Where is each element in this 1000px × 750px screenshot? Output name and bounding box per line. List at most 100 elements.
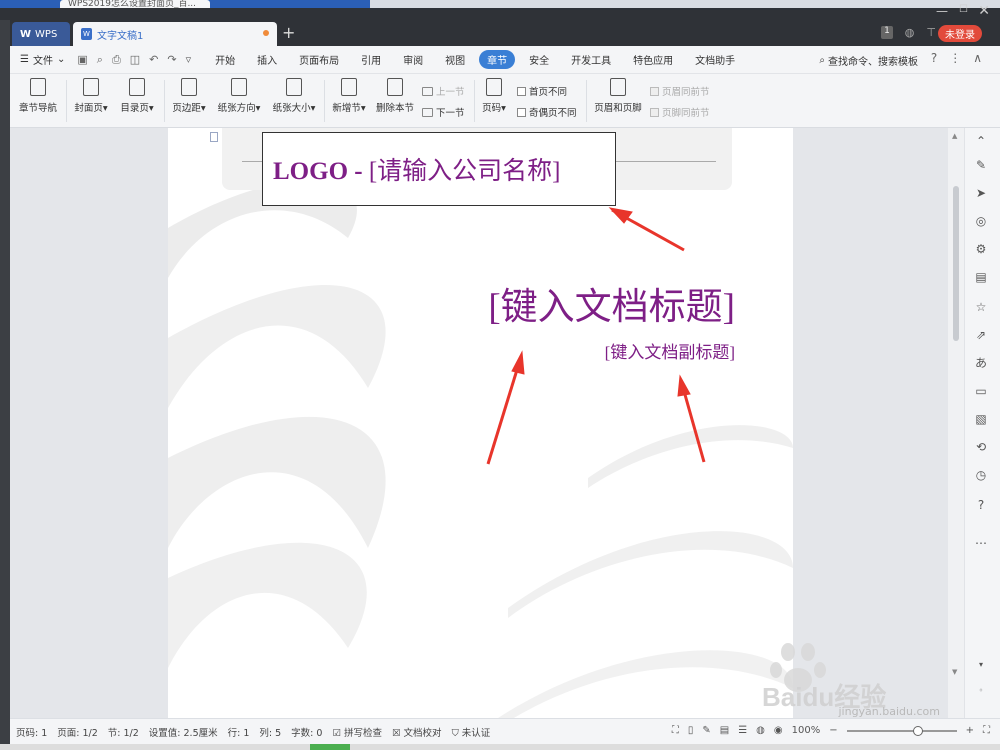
page-view-icon[interactable]: ▤	[720, 725, 729, 736]
first-page-different-checkbox[interactable]: 首页不同	[517, 84, 567, 98]
web-view-icon[interactable]: ◍	[756, 725, 765, 736]
paper-size-label: 纸张大小	[272, 103, 311, 114]
scroll-up-icon[interactable]: ▲	[952, 132, 957, 140]
save-icon[interactable]: ▣	[77, 53, 87, 67]
setting-value-status: 设置值: 2.5厘米	[148, 727, 218, 739]
zoom-in-icon[interactable]: +	[966, 725, 974, 736]
print-icon[interactable]: ⎙	[112, 53, 121, 67]
command-search-label: 查找命令、搜索模板	[828, 57, 918, 68]
eye-protect-icon[interactable]: ◉	[774, 725, 783, 736]
zoom-slider[interactable]	[846, 725, 957, 736]
close-icon[interactable]: ✕	[978, 3, 990, 19]
column-status: 列: 5	[259, 727, 282, 739]
footer-same-as-previous-checkbox[interactable]: 页脚同前节	[650, 105, 710, 119]
odd-even-different-label: 奇偶页不同	[529, 108, 577, 119]
scrollbar-thumb[interactable]	[953, 186, 959, 341]
maximize-icon[interactable]: ☐	[959, 4, 968, 15]
new-tab-button[interactable]: +	[282, 23, 295, 42]
zoom-slider-knob[interactable]	[912, 725, 923, 736]
more-dots-icon[interactable]: ⋯	[974, 536, 988, 550]
collapse-sidebar-icon[interactable]: ⌃	[974, 134, 988, 148]
ribbon-divider	[586, 80, 587, 122]
customize-icon[interactable]: ▿	[186, 53, 192, 67]
header-same-as-previous-checkbox[interactable]: 页眉同前节	[650, 84, 710, 98]
margin-button[interactable]: 页边距▾	[168, 78, 210, 114]
translate-icon[interactable]: あ	[974, 356, 988, 370]
spell-check-button[interactable]: ☑ 拼写检查	[332, 725, 382, 739]
write-mode-icon[interactable]: ✎	[702, 725, 710, 736]
prev-section-button[interactable]: 上一节	[422, 84, 465, 98]
shapes-icon[interactable]: ◎	[974, 214, 988, 228]
pen-icon[interactable]: ✎	[974, 158, 988, 172]
page-number-button[interactable]: 页码▾	[478, 78, 510, 114]
orientation-button[interactable]: 纸张方向▾	[213, 78, 265, 114]
menu-bar: ☰ 文件 ⌄ ▣ ⌕ ⎙ ◫ ↶ ↷ ▿ 开始 插入 页面布局 引用 审阅 视图…	[10, 46, 1000, 74]
tab-review[interactable]: 审阅	[395, 50, 431, 69]
collapse-ribbon-icon[interactable]: ∧	[973, 51, 982, 65]
tab-section[interactable]: 章节	[479, 50, 516, 69]
zoom-out-icon[interactable]: −	[829, 725, 837, 736]
star-icon[interactable]: ☆	[974, 300, 988, 314]
print-preview-icon[interactable]: ◫	[130, 53, 140, 67]
header-footer-button[interactable]: 页眉和页脚	[590, 78, 646, 114]
undo-icon[interactable]: ↶	[149, 53, 158, 67]
odd-even-different-checkbox[interactable]: 奇偶页不同	[517, 105, 577, 119]
scroll-arrow-down-icon[interactable]: ▾	[974, 658, 988, 672]
wps-home-tab[interactable]: W WPS	[12, 22, 70, 46]
shirt-icon[interactable]: ⊤	[926, 26, 936, 39]
format-painter-icon[interactable]: ⌕	[97, 53, 103, 67]
command-search[interactable]: ⌕ 查找命令、搜索模板	[819, 53, 918, 68]
cover-page-label: 封面页	[74, 103, 103, 114]
toc-page-button[interactable]: 目录页▾	[116, 78, 158, 114]
doc-proofread-button[interactable]: ☒ 文档校对	[392, 725, 442, 739]
certification-status[interactable]: ⛉ 未认证	[452, 725, 491, 739]
minimize-icon[interactable]: —	[936, 4, 948, 18]
next-section-button[interactable]: 下一节	[422, 105, 465, 119]
tab-security[interactable]: 安全	[521, 50, 557, 69]
tab-insert[interactable]: 插入	[249, 50, 285, 69]
archive-icon[interactable]: ▭	[974, 384, 988, 398]
prev-section-label: 上一节	[436, 87, 465, 98]
outline-view-icon[interactable]: ☰	[738, 725, 747, 736]
cover-page-button[interactable]: 封面页▾	[70, 78, 112, 114]
page-circle-icon[interactable]: ◦	[974, 684, 988, 698]
tab-page-layout[interactable]: 页面布局	[291, 50, 347, 69]
redo-icon[interactable]: ↷	[167, 53, 176, 67]
select-cursor-icon[interactable]: ➤	[974, 186, 988, 200]
backup-icon[interactable]: ⟲	[974, 440, 988, 454]
vertical-scrollbar[interactable]: ▲ ▼	[948, 128, 964, 718]
unsaved-dot-icon	[263, 30, 269, 36]
section-nav-button[interactable]: 章节导航	[18, 78, 58, 114]
login-button[interactable]: 未登录	[938, 25, 982, 42]
skin-icon[interactable]: ◍	[905, 26, 915, 39]
image-icon[interactable]: ▧	[974, 412, 988, 426]
gallery-icon[interactable]: ▤	[974, 270, 988, 284]
tab-view[interactable]: 视图	[437, 50, 473, 69]
fullscreen-icon[interactable]: ⛶	[672, 725, 679, 736]
more-icon[interactable]: ⋮	[949, 51, 961, 65]
share-icon[interactable]: ⇗	[974, 328, 988, 342]
delete-section-button[interactable]: 删除本节	[374, 78, 416, 114]
document-tab[interactable]: W 文字文稿1	[73, 22, 277, 46]
tab-doc-assistant[interactable]: 文档助手	[687, 50, 743, 69]
history-icon[interactable]: ◷	[974, 468, 988, 482]
adjust-icon[interactable]: ⚙	[974, 242, 988, 256]
hamburger-icon: ☰	[20, 54, 29, 65]
browser-tab[interactable]: WPS2019怎么设置封面页_百...	[60, 0, 210, 8]
help-icon[interactable]: ?	[931, 51, 937, 65]
word-count-status[interactable]: 字数: 0	[291, 725, 322, 739]
tab-home[interactable]: 开始	[207, 50, 243, 69]
zoom-level[interactable]: 100%	[792, 725, 821, 736]
new-section-button[interactable]: 新增节▾	[328, 78, 370, 114]
window-count-badge[interactable]: 1	[881, 26, 893, 39]
tab-developer[interactable]: 开发工具	[563, 50, 619, 69]
page-number-status: 页码: 1	[16, 727, 48, 739]
read-mode-icon[interactable]: ▯	[688, 725, 694, 736]
tab-references[interactable]: 引用	[353, 50, 389, 69]
paper-size-button[interactable]: 纸张大小▾	[268, 78, 320, 114]
file-menu-button[interactable]: ☰ 文件 ⌄	[20, 52, 65, 67]
help-circle-icon[interactable]: ?	[974, 498, 988, 512]
scroll-down-icon[interactable]: ▼	[952, 668, 957, 676]
tab-special[interactable]: 特色应用	[625, 50, 681, 69]
fit-page-icon[interactable]: ⛶	[983, 725, 990, 736]
